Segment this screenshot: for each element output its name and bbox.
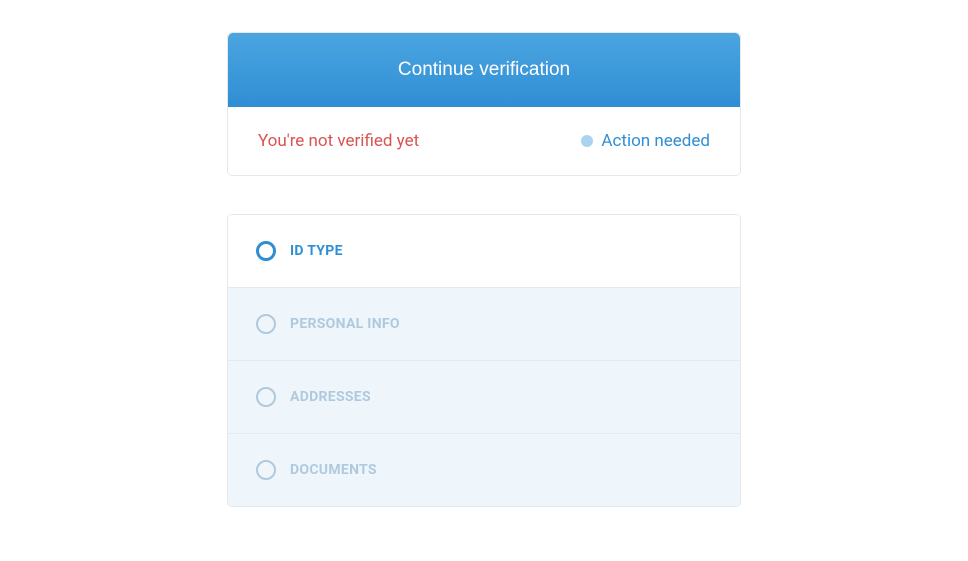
- step-label: PERSONAL INFO: [290, 316, 400, 332]
- step-personal-info[interactable]: PERSONAL INFO: [228, 288, 740, 361]
- verification-steps-card: ID TYPE PERSONAL INFO ADDRESSES DOCUMENT…: [227, 214, 741, 507]
- circle-icon: [256, 460, 276, 480]
- verification-status-text: You're not verified yet: [258, 131, 419, 151]
- step-addresses[interactable]: ADDRESSES: [228, 361, 740, 434]
- action-needed-badge: Action needed: [581, 131, 710, 151]
- step-label: ID TYPE: [290, 243, 343, 259]
- verification-card: Continue verification You're not verifie…: [227, 32, 741, 176]
- step-label: DOCUMENTS: [290, 462, 377, 478]
- circle-icon: [256, 387, 276, 407]
- step-id-type[interactable]: ID TYPE: [228, 215, 740, 288]
- circle-icon: [256, 314, 276, 334]
- circle-icon: [256, 241, 276, 261]
- step-documents[interactable]: DOCUMENTS: [228, 434, 740, 506]
- status-row: You're not verified yet Action needed: [228, 107, 740, 175]
- continue-verification-button[interactable]: Continue verification: [228, 33, 740, 107]
- status-dot-icon: [581, 135, 593, 147]
- step-label: ADDRESSES: [290, 389, 371, 405]
- action-needed-label: Action needed: [601, 131, 710, 151]
